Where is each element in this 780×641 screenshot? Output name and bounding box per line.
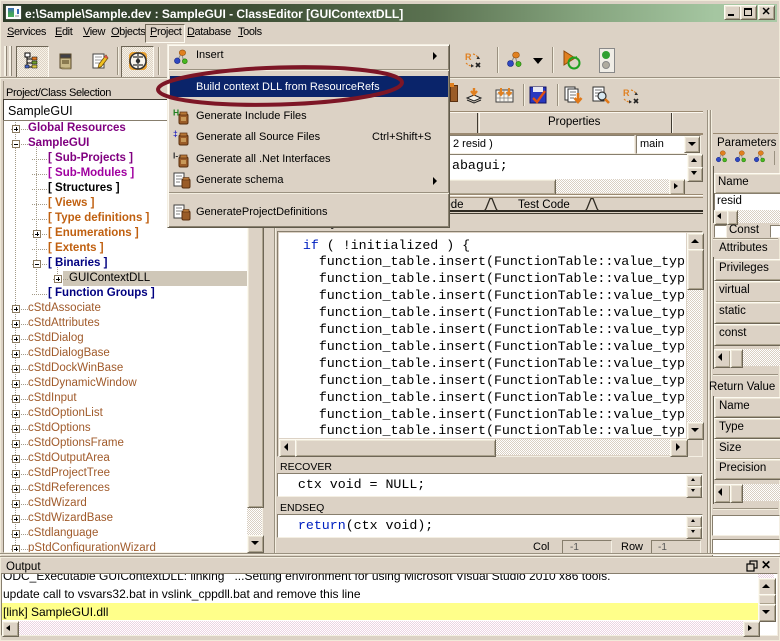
svg-text:R: R [623,88,630,98]
svg-text:R: R [465,52,472,62]
svg-text:I-◦: I-◦ [173,151,181,161]
svg-text:‡: ‡ [173,129,178,139]
